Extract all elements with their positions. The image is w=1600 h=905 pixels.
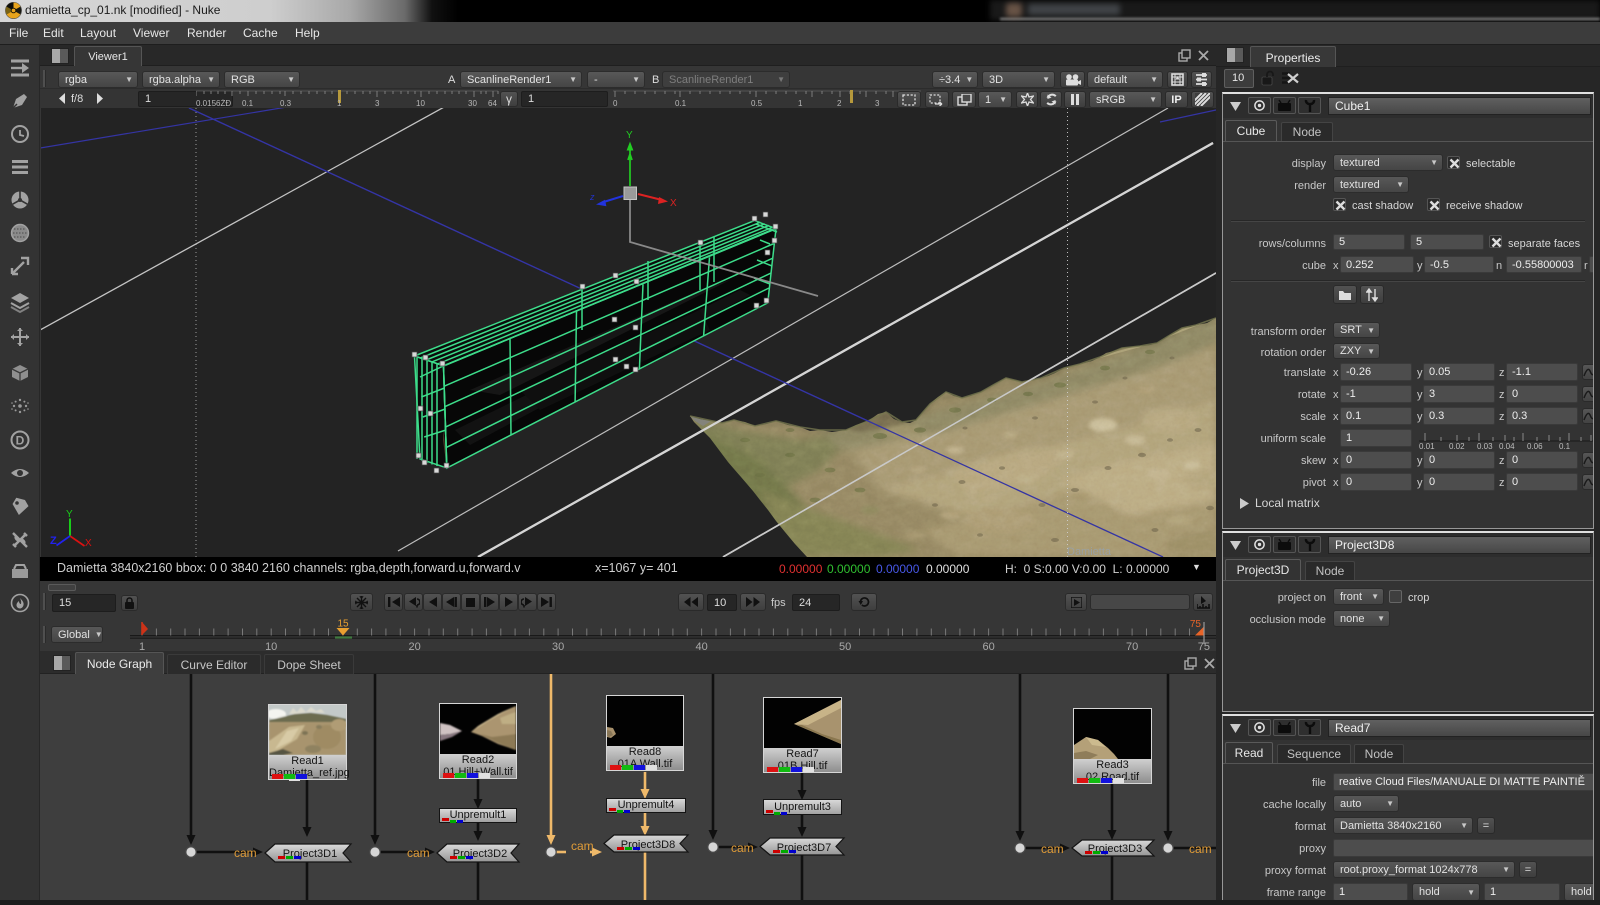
svg-text:0.1: 0.1 — [1559, 442, 1571, 449]
svg-text:1: 1 — [139, 641, 145, 651]
svg-text:X: X — [670, 198, 677, 209]
svg-text:20: 20 — [408, 641, 420, 651]
svg-text:0.0156ŻĐ: 0.0156ŻĐ — [196, 99, 231, 108]
svg-text:0.06: 0.06 — [1527, 442, 1543, 449]
svg-text:0.04: 0.04 — [1499, 442, 1515, 449]
svg-text:3: 3 — [875, 99, 880, 108]
svg-text:64: 64 — [488, 99, 497, 108]
svg-text:0.03: 0.03 — [1477, 442, 1493, 449]
svg-text:0: 0 — [613, 99, 618, 108]
svg-text:2: 2 — [837, 99, 842, 108]
svg-text:1: 1 — [798, 99, 803, 108]
svg-text:cam: cam — [234, 846, 257, 860]
svg-text:0.1: 0.1 — [242, 99, 254, 108]
svg-text:X: X — [85, 538, 92, 549]
svg-text:D: D — [16, 434, 25, 448]
svg-text:cam: cam — [1041, 842, 1064, 856]
svg-text:40: 40 — [695, 641, 707, 651]
svg-text:0.3: 0.3 — [280, 99, 292, 108]
svg-text:30: 30 — [552, 641, 564, 651]
svg-text:Y: Y — [66, 509, 73, 520]
svg-text:f/8: f/8 — [71, 93, 83, 105]
svg-text:cam: cam — [731, 841, 754, 855]
svg-text:60: 60 — [982, 641, 994, 651]
svg-text:0.01: 0.01 — [1419, 442, 1435, 449]
svg-text:cam: cam — [571, 839, 594, 853]
svg-text:z: z — [589, 192, 595, 202]
svg-text:10: 10 — [265, 641, 277, 651]
svg-text:0.5: 0.5 — [751, 99, 763, 108]
svg-text:Z: Z — [50, 535, 57, 547]
svg-text:Damietta: Damietta — [1067, 546, 1112, 557]
svg-text:10: 10 — [416, 99, 425, 108]
svg-text:75: 75 — [1190, 619, 1202, 630]
svg-text:Y: Y — [626, 130, 633, 141]
svg-text:cam: cam — [407, 846, 430, 860]
svg-text:50: 50 — [839, 641, 851, 651]
svg-text:70: 70 — [1126, 641, 1138, 651]
svg-text:3: 3 — [375, 99, 380, 108]
svg-text:1: 1 — [337, 99, 342, 108]
svg-text:0.1: 0.1 — [675, 99, 687, 108]
svg-text:cam: cam — [1189, 842, 1212, 856]
svg-text:0.02: 0.02 — [1449, 442, 1465, 449]
svg-text:15: 15 — [337, 619, 349, 630]
svg-text:30: 30 — [468, 99, 477, 108]
